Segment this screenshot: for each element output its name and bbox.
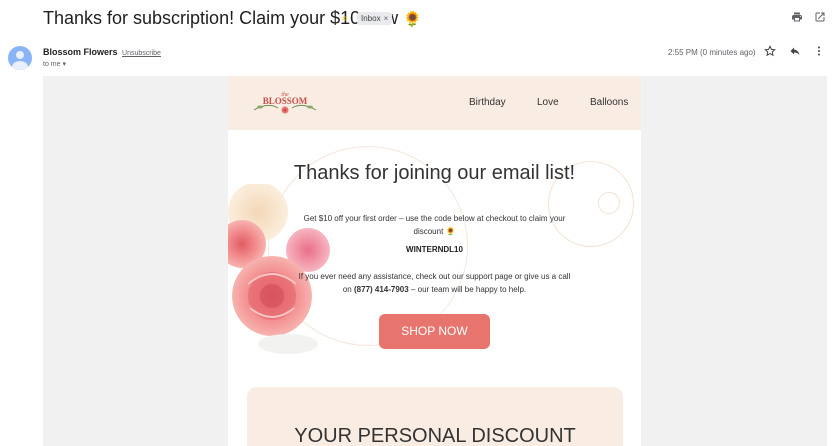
email-content: the BLOSSOM Birthday Love Balloons Thank… bbox=[228, 76, 641, 446]
email-header: the BLOSSOM Birthday Love Balloons bbox=[228, 76, 641, 130]
unsubscribe-link[interactable]: Unsubscribe bbox=[122, 50, 161, 57]
discount-heading: YOUR PERSONAL DISCOUNT bbox=[294, 425, 576, 446]
personal-discount-panel: YOUR PERSONAL DISCOUNT bbox=[247, 387, 623, 446]
print-icon[interactable] bbox=[790, 11, 804, 25]
discount-code: WINTERNDL10 bbox=[406, 245, 463, 254]
email-timestamp: 2:55 PM (0 minutes ago) bbox=[668, 48, 756, 57]
inbox-label-chip[interactable]: Inbox × bbox=[357, 12, 393, 25]
sunflower-icon: 🌻 bbox=[445, 227, 456, 236]
subject-bar: Thanks for subscription! Claim your $10 … bbox=[0, 0, 836, 40]
open-in-new-window-icon[interactable] bbox=[813, 11, 827, 25]
more-vertical-icon[interactable] bbox=[812, 45, 826, 59]
shop-now-button[interactable]: SHOP NOW bbox=[379, 314, 490, 349]
logo-name-text: BLOSSOM bbox=[263, 96, 308, 106]
decorative-circle bbox=[598, 192, 620, 214]
star-icon[interactable] bbox=[763, 45, 777, 59]
email-heading: Thanks for joining our email list! bbox=[293, 162, 576, 184]
label-text: Inbox bbox=[361, 14, 381, 23]
support-text-end: – our team will be happy to help. bbox=[410, 285, 527, 294]
discount-text: Get $10 off your first order – use the c… bbox=[303, 214, 566, 236]
blossom-logo[interactable]: the BLOSSOM bbox=[248, 88, 322, 118]
sender-avatar[interactable] bbox=[8, 46, 32, 70]
sender-name[interactable]: Blossom Flowers bbox=[43, 47, 118, 57]
support-paragraph: If you ever need any assistance, check o… bbox=[298, 270, 571, 296]
discount-paragraph: Get $10 off your first order – use the c… bbox=[296, 212, 573, 238]
label-close-icon[interactable]: × bbox=[384, 14, 389, 23]
recipient-dropdown[interactable]: to me ▾ bbox=[43, 60, 66, 68]
reply-icon[interactable] bbox=[788, 45, 802, 59]
sender-line: Blossom Flowers Unsubscribe bbox=[43, 47, 161, 57]
importance-marker-icon[interactable]: » bbox=[342, 13, 348, 24]
nav-link-birthday[interactable]: Birthday bbox=[469, 97, 506, 108]
sunflower-icon: 🌻 bbox=[403, 11, 422, 28]
nav-link-love[interactable]: Love bbox=[537, 97, 559, 108]
nav-link-balloons[interactable]: Balloons bbox=[590, 97, 628, 108]
avatar-head bbox=[16, 51, 24, 59]
phone-number[interactable]: (877) 414-7903 bbox=[354, 285, 409, 294]
avatar-body bbox=[12, 61, 28, 70]
